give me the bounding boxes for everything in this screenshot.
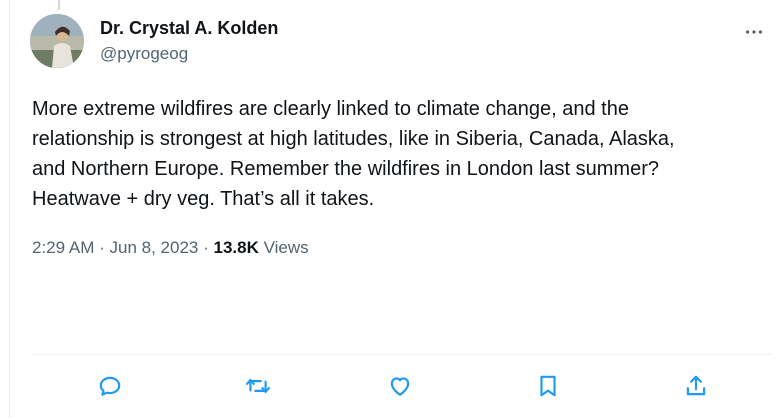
reply-icon — [99, 376, 121, 396]
author-name[interactable]: Dr. Crystal A. Kolden — [100, 18, 278, 39]
author-handle[interactable]: @pyrogeog — [100, 44, 188, 64]
share-button[interactable] — [678, 368, 714, 404]
meta-separator: · — [203, 238, 209, 257]
retweet-button[interactable] — [240, 368, 276, 404]
tweet-text-line: More extreme wildfires are clearly linke… — [32, 98, 629, 120]
views-label: Views — [263, 238, 309, 257]
tweet-date[interactable]: Jun 8, 2023 — [110, 238, 199, 257]
bookmark-button[interactable] — [530, 368, 566, 404]
thread-connector-line — [58, 0, 60, 10]
meta-separator: · — [99, 238, 105, 257]
views-count[interactable]: 13.8K — [214, 238, 259, 257]
like-button[interactable] — [382, 368, 418, 404]
more-horizontal-icon[interactable] — [742, 20, 766, 44]
reply-button[interactable] — [92, 368, 128, 404]
avatar[interactable] — [30, 14, 84, 68]
left-border — [9, 0, 10, 418]
tweet-header: Dr. Crystal A. Kolden @pyrogeog — [30, 12, 780, 72]
tweet-text-line: Heatwave + dry veg. That’s all it takes. — [32, 188, 375, 210]
tweet-text-line: relationship is strongest at high latitu… — [32, 128, 675, 150]
tweet-text: More extreme wildfires are clearly linke… — [32, 94, 772, 214]
tweet-meta: 2:29 AM · Jun 8, 2023 · 13.8K Views — [32, 238, 309, 258]
share-icon — [686, 375, 706, 396]
like-icon — [390, 377, 410, 396]
tweet-text-line: and Northern Europe. Remember the wildfi… — [32, 158, 659, 180]
divider — [32, 354, 772, 355]
action-bar — [0, 368, 780, 404]
retweet-icon — [246, 378, 270, 394]
tweet-time[interactable]: 2:29 AM — [32, 238, 94, 257]
avatar-photo — [30, 14, 84, 68]
bookmark-icon — [540, 375, 556, 397]
